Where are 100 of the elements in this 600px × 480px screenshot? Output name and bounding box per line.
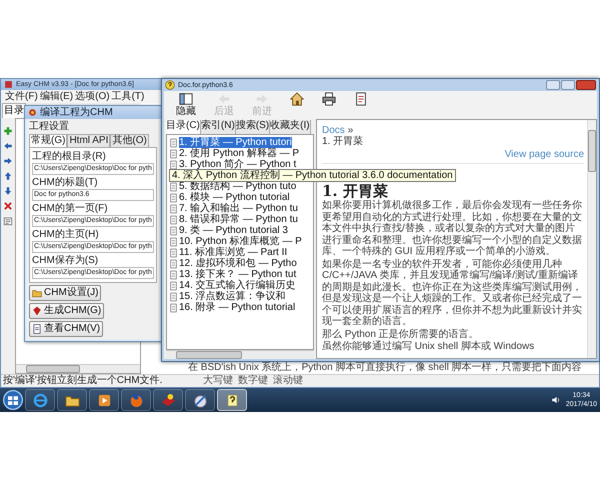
page-icon xyxy=(169,214,178,224)
dialog-title: 编译工程为CHM xyxy=(40,106,113,118)
page-icon xyxy=(169,192,178,202)
tree-item[interactable]: 16. 附录 — Python tutorial xyxy=(179,302,296,313)
page-heading: 1. 开胃菜 xyxy=(322,183,389,199)
status-message: 按'编译'按钮立刻生成一个CHM文件. xyxy=(3,375,164,387)
tree-item[interactable]: 1. 开胃菜 — Python tutori xyxy=(179,137,292,148)
scrollbar[interactable] xyxy=(587,120,596,358)
menu-item[interactable]: 工具(T) xyxy=(112,90,144,102)
pane-tab[interactable]: 目录 xyxy=(2,103,26,118)
tree-item[interactable]: 2. 使用 Python 解释器 — P xyxy=(179,148,300,159)
menu-item[interactable]: 编辑(E) xyxy=(40,90,74,102)
toolbar-button[interactable] xyxy=(354,92,368,106)
taskbar-button[interactable] xyxy=(121,389,151,411)
tree-item-tooltip[interactable]: 4. 深入 Python 流程控制 — Python tutorial 3.6.0 documentation xyxy=(170,170,455,181)
taskbar-button[interactable] xyxy=(25,389,55,411)
down-arrow-icon[interactable] xyxy=(3,186,13,196)
start-orb-icon[interactable] xyxy=(3,390,23,410)
help-icon xyxy=(165,80,175,90)
page-icon xyxy=(169,160,178,170)
tab[interactable]: 其他(O) xyxy=(110,134,149,147)
tab[interactable]: 索引(N) xyxy=(200,120,236,134)
page-icon xyxy=(169,280,178,290)
minimize-button[interactable] xyxy=(546,80,560,90)
tree-item[interactable]: 14. 交互式输入行编辑历史 xyxy=(179,280,296,291)
up-arrow-icon[interactable] xyxy=(3,171,13,181)
settings-button[interactable]: CHM设置(J) xyxy=(29,285,102,301)
folder-icon xyxy=(32,288,42,298)
left-arrow-icon[interactable] xyxy=(3,141,13,151)
speaker-icon[interactable] xyxy=(550,395,561,405)
view-source-link[interactable]: View page source xyxy=(504,149,584,160)
tree-item[interactable]: 13. 接下来？ — Python tut xyxy=(179,269,296,280)
forward-arrow-icon xyxy=(255,92,269,106)
page-icon xyxy=(169,182,178,192)
tab[interactable]: 目录(C) xyxy=(166,120,201,134)
status-indicator: 数字键 xyxy=(238,375,268,387)
page-icon xyxy=(169,138,178,148)
menu-item[interactable]: 选项(O) xyxy=(75,90,110,102)
paragraph: 虽然你能够通过编写 Unix shell 脚本或 Windows xyxy=(322,341,536,352)
paragraph: 那么 Python 正是你所需要的语言。 xyxy=(322,328,480,340)
scrollbar[interactable] xyxy=(16,364,140,373)
fox-globe-icon xyxy=(128,392,144,408)
tree-item[interactable]: 3. Python 简介 — Python t xyxy=(179,159,296,170)
taskbar-button[interactable] xyxy=(153,389,183,411)
status-indicator: 大写键 xyxy=(203,375,233,387)
page-icon xyxy=(169,204,178,214)
properties-icon[interactable] xyxy=(3,216,13,226)
tree-item[interactable]: 7. 输入和输出 — Python tu xyxy=(179,203,298,214)
field-label: CHM的标题(T) xyxy=(32,177,99,189)
build-button[interactable]: 生成CHM(G) xyxy=(29,303,104,319)
breadcrumb-link[interactable]: Docs xyxy=(322,125,345,136)
scrollbar[interactable] xyxy=(166,350,314,359)
page-icon xyxy=(169,258,178,268)
document-icon xyxy=(354,92,368,106)
house-icon xyxy=(290,92,304,106)
breadcrumb-separator: » xyxy=(348,125,354,136)
taskbar-button[interactable] xyxy=(185,389,215,411)
tree-item[interactable]: 10. Python 标准库概览 — P xyxy=(179,236,302,247)
menu-item[interactable]: 文件(F) xyxy=(5,90,38,102)
delete-icon[interactable] xyxy=(3,201,13,211)
globe-icon xyxy=(32,392,48,408)
tree-item[interactable]: 15. 浮点数运算：争议和 xyxy=(179,291,286,302)
toolbar-button[interactable] xyxy=(322,92,336,106)
printer-icon xyxy=(322,92,336,106)
taskbar-button[interactable] xyxy=(57,389,87,411)
page-icon xyxy=(169,226,178,236)
taskbar-button[interactable] xyxy=(89,389,119,411)
field-label: CHM的第一页(F) xyxy=(32,203,109,215)
toolbar-button[interactable] xyxy=(290,92,304,106)
page-icon xyxy=(169,236,178,246)
tab[interactable]: Html API xyxy=(67,134,110,147)
page-icon xyxy=(169,248,178,258)
page-icon xyxy=(169,302,178,312)
field-label: 工程的根目录(R) xyxy=(32,151,107,163)
right-arrow-icon[interactable] xyxy=(3,156,13,166)
gem-icon xyxy=(32,306,42,316)
page-icon xyxy=(169,270,178,280)
tab[interactable]: 常规(G) xyxy=(29,134,68,147)
tree-item[interactable]: 9. 类 — Python tutorial 3 xyxy=(179,225,288,236)
tree-item[interactable]: 6. 模块 — Python tutorial xyxy=(179,192,290,203)
breadcrumb-current: 1. 开胃菜 xyxy=(322,136,364,147)
field-label: CHM的主页(H) xyxy=(32,229,100,241)
paragraph: 如果你是一名专业的软件开发者，可能你必须使用几种 C/C++/JAVA 类库，并且发现通常编写/编译/测试/重新编译的周期是如此漫长。也许你正在为这些类库编写测试用例，但是发现这是一个让人烦躁的工作。又或者你已经完成了一个可以使用扩展语言的程序，但你并不想为此重新设计并实现一套全新的语言。 xyxy=(322,258,583,328)
tree-item[interactable]: 12. 虚拟环境和包 — Pytho xyxy=(179,258,297,269)
view-button[interactable]: 查看CHM(V) xyxy=(29,321,104,337)
field-label: CHM保存为(S) xyxy=(32,255,100,267)
tab[interactable]: 搜索(S) xyxy=(236,120,270,134)
maximize-button[interactable] xyxy=(561,80,575,90)
tree-item[interactable]: 8. 错误和异常 — Python tu xyxy=(179,214,298,225)
tree-item[interactable]: 11. 标准库浏览 — Part II xyxy=(179,247,288,258)
back-arrow-icon xyxy=(217,92,231,106)
plus-icon[interactable] xyxy=(3,126,13,136)
body-text: 在 BSD'ish Unix 系统上，Python 脚本可直接执行，像 shell 脚本一样，只需要把下面内容 xyxy=(188,362,583,374)
tab[interactable]: 收藏夹(I) xyxy=(270,120,311,134)
taskbar-button[interactable] xyxy=(217,389,247,411)
group-label: 工程设置 xyxy=(29,121,70,133)
toolbar-button[interactable]: 隐藏 xyxy=(176,92,196,117)
question-mark-icon xyxy=(224,392,240,408)
page-icon xyxy=(169,292,178,302)
page-icon xyxy=(169,148,178,158)
